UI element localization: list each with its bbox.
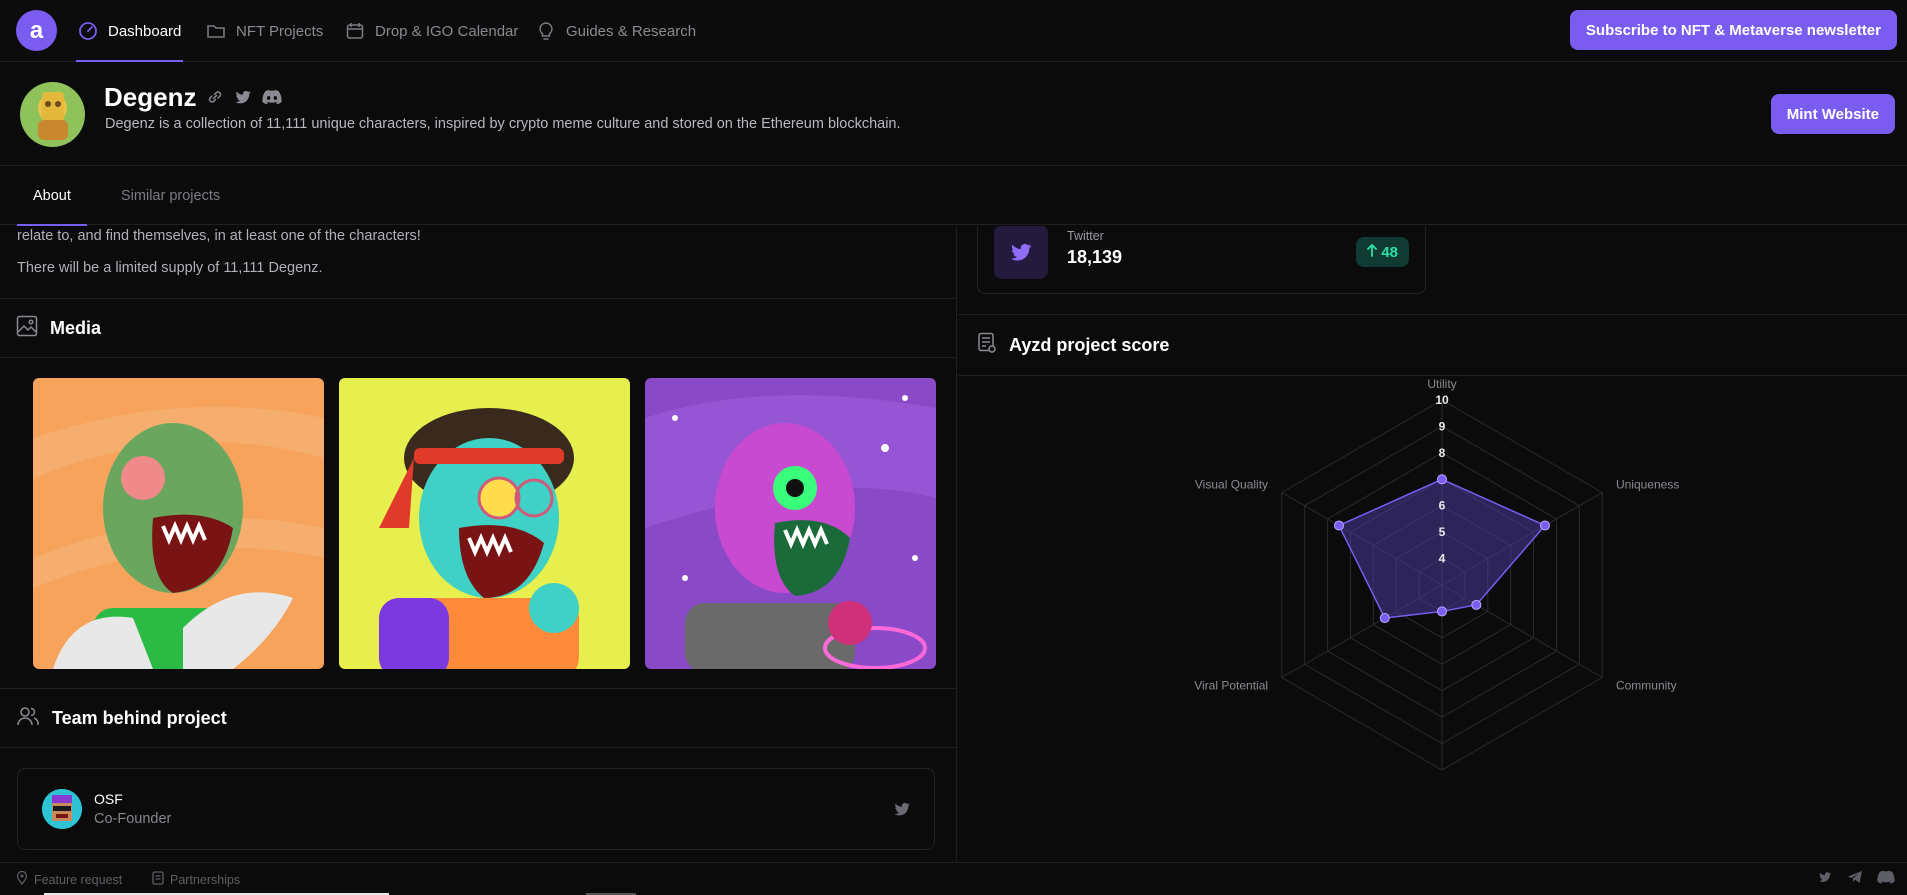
- subscribe-newsletter-button[interactable]: Subscribe to NFT & Metaverse newsletter: [1569, 10, 1897, 50]
- mint-website-button[interactable]: Mint Website: [1770, 94, 1895, 134]
- nav-item-guides-research[interactable]: Guides & Research: [536, 0, 696, 62]
- footer: Feature request Partnerships: [0, 862, 1907, 895]
- member-role: Co-Founder: [94, 811, 172, 827]
- telegram-icon[interactable]: [1847, 870, 1863, 889]
- media-image[interactable]: [645, 378, 936, 669]
- tab-similar-projects[interactable]: Similar projects: [121, 167, 220, 225]
- lightbulb-icon: [536, 21, 556, 41]
- project-links: [206, 88, 282, 111]
- media-title: Media: [50, 317, 102, 338]
- project-tabs: About Similar projects: [0, 167, 1907, 226]
- nav-item-label: Drop & IGO Calendar: [375, 22, 519, 40]
- twitter-follower-count: 18,139: [1067, 247, 1123, 267]
- team-member-card[interactable]: OSF Co-Founder: [17, 768, 935, 850]
- stats-panel: Twitter 18,139 48 Ayzd project score 4 5 6…: [958, 226, 1907, 862]
- radar-tick-label: 4: [1439, 552, 1446, 566]
- team-title: Team behind project: [52, 707, 227, 728]
- twitter-growth-badge: 48: [1356, 237, 1409, 267]
- twitter-icon: [994, 226, 1048, 279]
- footer-social-links: [1817, 863, 1895, 895]
- radar-axis-label: Viral Potential: [1194, 678, 1268, 692]
- project-score-radar-chart: 4 5 6 8 9 10 Utility Uniqueness Community Viral P…: [1194, 377, 1679, 771]
- about-panel: relate to, and find themselves, in at le…: [0, 226, 957, 862]
- folder-icon: [206, 21, 226, 41]
- discord-icon[interactable]: [1877, 870, 1895, 889]
- logo[interactable]: a: [16, 10, 57, 51]
- twitter-icon[interactable]: [1817, 870, 1833, 889]
- media-section-header: Media: [0, 298, 956, 358]
- radar-data-point: [1539, 520, 1550, 531]
- scorecard-icon: [977, 332, 997, 359]
- users-icon: [16, 705, 40, 732]
- radar-data-point: [1334, 520, 1345, 531]
- feature-request-link[interactable]: Feature request: [16, 863, 122, 895]
- twitter-icon[interactable]: [892, 800, 912, 823]
- calendar-icon: [345, 21, 365, 41]
- radar-data-point: [1379, 613, 1390, 624]
- nav-item-label: Guides & Research: [566, 22, 697, 40]
- radar-axis-label: Visual Quality: [1195, 478, 1268, 492]
- partnerships-link[interactable]: Partnerships: [152, 863, 240, 895]
- top-navigation: a Dashboard NFT Projects Drop & IGO Cale…: [0, 0, 1907, 62]
- score-section-header: Ayzd project score: [958, 314, 1907, 376]
- link-icon[interactable]: [206, 88, 224, 111]
- project-avatar: [20, 82, 85, 147]
- radar-axis-label: Community: [1616, 678, 1677, 692]
- radar-data-point: [1471, 599, 1482, 610]
- twitter-icon[interactable]: [234, 88, 252, 111]
- twitter-growth-value: 48: [1381, 243, 1398, 261]
- radar-tick-label: 6: [1439, 499, 1446, 513]
- radar-tick-label: 9: [1439, 419, 1446, 433]
- nav-item-dashboard[interactable]: Dashboard: [75, 0, 184, 62]
- nav-item-label: NFT Projects: [236, 22, 324, 40]
- project-header: Degenz Degenz is a collection of 11,111 …: [0, 63, 1907, 166]
- radar-axis-label: Utility: [1427, 377, 1456, 391]
- media-image[interactable]: [339, 378, 630, 669]
- member-name: OSF: [94, 791, 123, 807]
- image-icon: [16, 315, 38, 342]
- radar-tick-label: 10: [1435, 393, 1449, 407]
- twitter-stat-label: Twitter: [1067, 229, 1104, 243]
- radar-tick-label: 8: [1439, 446, 1446, 460]
- tab-about[interactable]: About: [17, 167, 87, 226]
- twitter-stat-card: Twitter 18,139 48: [977, 226, 1426, 294]
- score-title: Ayzd project score: [1009, 334, 1170, 355]
- radar-data-point: [1437, 606, 1447, 617]
- document-icon: [152, 871, 164, 888]
- project-description: Degenz is a collection of 11,111 unique …: [105, 116, 901, 132]
- arrow-up-icon: [1367, 243, 1378, 261]
- dashboard-gauge-icon: [78, 21, 98, 41]
- pin-icon: [16, 870, 28, 888]
- radar-data-point: [1437, 474, 1447, 485]
- nav-item-drop-igo-calendar[interactable]: Drop & IGO Calendar: [345, 0, 518, 62]
- about-text-line: relate to, and find themselves, in at le…: [17, 228, 421, 244]
- footer-link-label: Feature request: [34, 872, 123, 887]
- nav-item-label: Dashboard: [108, 22, 182, 40]
- member-avatar: [42, 789, 82, 829]
- nav-item-nft-projects[interactable]: NFT Projects: [206, 0, 323, 62]
- radar-tick-label: 5: [1439, 525, 1446, 539]
- logo-text: a: [29, 16, 44, 44]
- footer-link-label: Partnerships: [170, 872, 241, 887]
- media-image[interactable]: [33, 378, 324, 669]
- about-text-line: There will be a limited supply of 11,111…: [17, 260, 323, 276]
- discord-icon[interactable]: [262, 88, 282, 111]
- team-section-header: Team behind project: [0, 688, 956, 748]
- project-name: Degenz: [104, 82, 197, 112]
- radar-axis-label: Uniqueness: [1616, 478, 1679, 492]
